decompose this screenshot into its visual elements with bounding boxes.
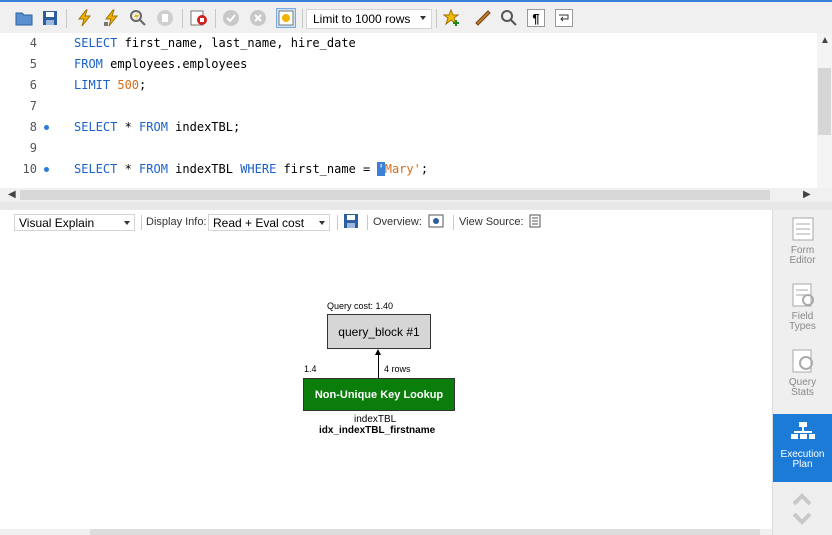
statement-marker-icon xyxy=(44,125,49,130)
query-cost-label: Query cost: 1.40 xyxy=(327,301,394,311)
favorite-add-icon[interactable] xyxy=(443,9,461,27)
form-editor-icon xyxy=(792,217,813,241)
statement-marker-icon xyxy=(44,167,49,172)
line-number: 4 xyxy=(29,36,37,50)
folder-open-icon[interactable] xyxy=(15,9,33,27)
explain-panel: Visual Explain Display Info: Read + Eval… xyxy=(0,210,772,535)
limit-rows-value: Limit to 1000 rows xyxy=(313,12,411,26)
side-item-form-editor[interactable]: Form Editor xyxy=(773,216,832,276)
scroll-up-icon[interactable]: ▲ xyxy=(820,35,830,46)
non-unique-key-lookup-node[interactable]: Non-Unique Key Lookup xyxy=(303,378,455,411)
scroll-left-icon[interactable]: ◀ xyxy=(8,189,16,200)
toggle-continue-icon[interactable] xyxy=(190,9,208,27)
line-number: 7 xyxy=(29,99,37,113)
sql-editor[interactable]: 4 SELECT first_name, last_name, hire_dat… xyxy=(0,33,832,188)
code-line: 6 LIMIT 500; xyxy=(0,75,812,96)
line-number: 8 xyxy=(29,120,37,134)
save-icon[interactable] xyxy=(41,9,59,27)
edge-rows-label: 4 rows xyxy=(384,364,411,374)
panel-divider[interactable] xyxy=(0,202,832,210)
edge-cost-label: 1.4 xyxy=(304,364,317,374)
line-number: 6 xyxy=(29,78,37,92)
chevron-down-icon xyxy=(420,16,426,20)
code-line: 5 FROM employees.employees xyxy=(0,54,812,75)
execute-icon[interactable] xyxy=(75,9,93,27)
side-item-field-types[interactable]: Field Types xyxy=(773,282,832,342)
line-number: 9 xyxy=(29,141,37,155)
execution-plan-diagram: Query cost: 1.40 query_block #1 1.4 4 ro… xyxy=(0,210,772,535)
execute-current-icon[interactable] xyxy=(102,9,120,27)
field-types-icon xyxy=(792,283,814,307)
main-toolbar: Limit to 1000 rows ¶ xyxy=(0,0,832,33)
find-icon[interactable] xyxy=(500,9,518,27)
code-line: 10 SELECT * FROM indexTBL WHERE first_na… xyxy=(0,159,812,180)
editor-horizontal-scrollbar[interactable]: ◀ ▶ xyxy=(0,188,832,202)
side-item-execution-plan[interactable]: Execution Plan xyxy=(773,414,832,482)
chevron-up-down-icon[interactable] xyxy=(791,492,813,529)
beautify-icon[interactable] xyxy=(474,9,492,27)
query-block-node[interactable]: query_block #1 xyxy=(327,314,431,349)
code-line: 9 xyxy=(0,138,812,159)
query-stats-icon xyxy=(792,349,813,373)
code-line: 7 xyxy=(0,96,812,117)
side-item-query-stats[interactable]: Query Stats xyxy=(773,348,832,408)
wrap-icon[interactable] xyxy=(555,9,573,27)
limit-rows-select[interactable]: Limit to 1000 rows xyxy=(306,9,432,29)
line-number: 5 xyxy=(29,57,37,71)
scroll-right-icon[interactable]: ▶ xyxy=(803,189,811,200)
line-number: 10 xyxy=(22,162,37,176)
commit-icon[interactable] xyxy=(222,9,240,27)
explain-icon[interactable] xyxy=(129,9,147,27)
editor-vertical-scrollbar[interactable]: ▲ xyxy=(817,33,832,188)
code-line: 8 SELECT * FROM indexTBL; xyxy=(0,117,812,138)
invisible-chars-icon[interactable]: ¶ xyxy=(527,9,545,27)
diagram-horizontal-scrollbar[interactable] xyxy=(0,529,772,535)
plan-edge xyxy=(378,353,379,378)
rollback-icon[interactable] xyxy=(249,9,267,27)
side-panel: Form Editor Field Types Query Stats Exec… xyxy=(772,210,832,535)
table-name-label: indexTBL xyxy=(354,414,397,425)
code-line: 4 SELECT first_name, last_name, hire_dat… xyxy=(0,33,812,54)
autocommit-icon[interactable] xyxy=(276,8,296,28)
index-name-label: idx_indexTBL_firstname xyxy=(319,425,436,436)
execution-plan-icon xyxy=(790,422,815,439)
stop-icon[interactable] xyxy=(156,9,174,27)
